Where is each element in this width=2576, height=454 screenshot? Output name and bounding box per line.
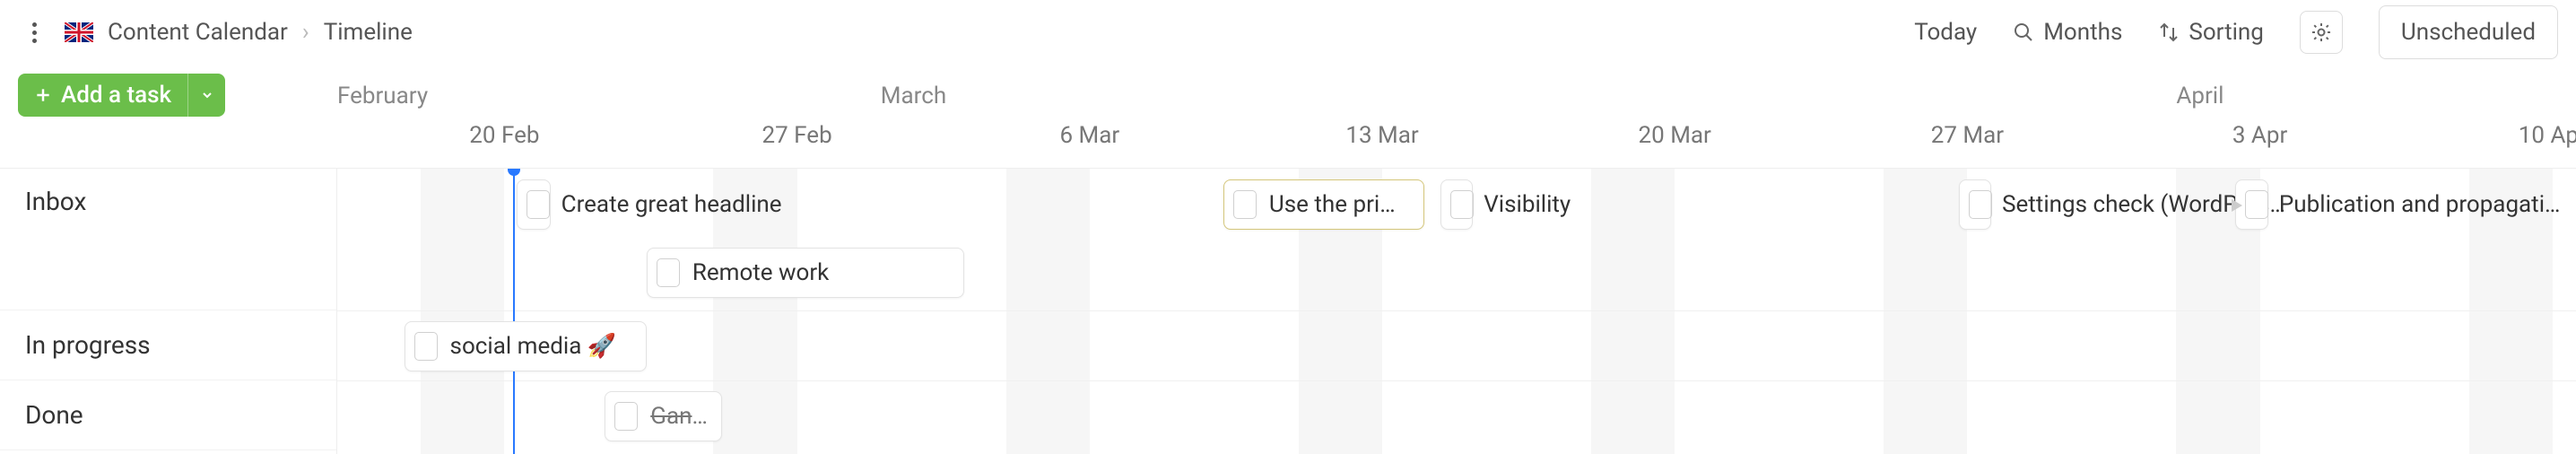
sort-arrows-icon	[2158, 22, 2180, 43]
task-title: Gantt Charts	[650, 403, 720, 430]
settings-button[interactable]	[2300, 11, 2343, 54]
kebab-menu-icon[interactable]	[18, 16, 50, 48]
task-checkbox[interactable]	[1233, 190, 1257, 219]
breadcrumb-project[interactable]: Content Calendar	[108, 19, 288, 46]
lane-label-inprogress[interactable]: In progress	[0, 310, 336, 380]
date-tick: 27 Mar	[1931, 122, 2004, 149]
today-marker	[513, 169, 515, 454]
breadcrumb-view[interactable]: Timeline	[324, 19, 413, 46]
task-title[interactable]: Publication and propagati…	[2279, 179, 2561, 230]
lane-label-done[interactable]: Done	[0, 380, 336, 450]
magnifier-icon	[2013, 22, 2034, 43]
date-tick: 3 Apr	[2232, 122, 2287, 149]
date-tick: 13 Mar	[1345, 122, 1418, 149]
today-button[interactable]: Today	[1914, 19, 1977, 46]
task-title: Use the prima…	[1269, 191, 1423, 218]
sorting-button[interactable]: Sorting	[2158, 19, 2264, 46]
lane-label-inbox[interactable]: Inbox	[0, 169, 336, 310]
date-tick: 10 Apr	[2519, 122, 2576, 149]
task-card[interactable]	[517, 179, 550, 230]
chevron-down-icon	[200, 88, 214, 102]
task-checkbox[interactable]	[1450, 190, 1474, 219]
task-checkbox[interactable]	[614, 402, 638, 431]
header-actions: Today Months Sorting Unscheduled	[1914, 5, 2558, 59]
task-card[interactable]	[1959, 179, 1991, 230]
month-label: March	[881, 83, 946, 109]
task-title: Remote work	[692, 259, 842, 286]
task-title: social media 🚀	[450, 333, 630, 360]
chevron-right-icon: ›	[302, 19, 309, 46]
add-task-caret[interactable]	[187, 74, 225, 117]
date-tick: 6 Mar	[1059, 122, 1119, 149]
month-label: February	[337, 83, 428, 109]
task-checkbox[interactable]	[2245, 190, 2268, 219]
header-bar: Content Calendar › Timeline Today Months…	[0, 0, 2576, 65]
lanes-sidebar: InboxIn progressDone	[0, 169, 337, 454]
date-tick: 20 Feb	[469, 122, 539, 149]
task-checkbox[interactable]	[1969, 190, 1992, 219]
zoom-button[interactable]: Months	[2013, 19, 2122, 46]
date-ruler: 20 Feb 27 Feb 6 Mar 13 Mar 20 Mar 27 Mar 3 Apr…	[337, 117, 2576, 169]
task-card[interactable]: Gantt Charts	[605, 391, 721, 441]
task-title[interactable]: Visibility	[1484, 179, 1571, 230]
add-task-button[interactable]: Add a task	[18, 74, 225, 117]
date-tick: 27 Feb	[762, 122, 832, 149]
task-checkbox[interactable]	[527, 190, 550, 219]
dependency-arrow-icon	[2232, 199, 2242, 212]
task-card[interactable]: Use the prima…	[1223, 179, 1424, 230]
flag-uk-icon	[65, 22, 93, 42]
task-title[interactable]: Create great headline	[561, 179, 782, 230]
task-checkbox[interactable]	[414, 332, 438, 361]
unscheduled-button[interactable]: Unscheduled	[2379, 5, 2558, 59]
month-label: April	[2176, 83, 2224, 109]
task-card[interactable]: social media 🚀	[405, 321, 647, 371]
add-task-label: Add a task	[61, 82, 171, 109]
task-checkbox[interactable]	[657, 258, 680, 287]
lanes-timeline[interactable]: Create great headline Use the prima… Visib…	[337, 169, 2576, 454]
month-labels: February March April	[337, 65, 2576, 117]
task-card[interactable]	[1440, 179, 1473, 230]
task-card[interactable]: Remote work	[647, 248, 964, 298]
breadcrumb: Content Calendar › Timeline	[65, 19, 413, 46]
gear-icon	[2311, 22, 2332, 43]
date-tick: 20 Mar	[1639, 122, 1711, 149]
plus-icon	[34, 86, 52, 104]
